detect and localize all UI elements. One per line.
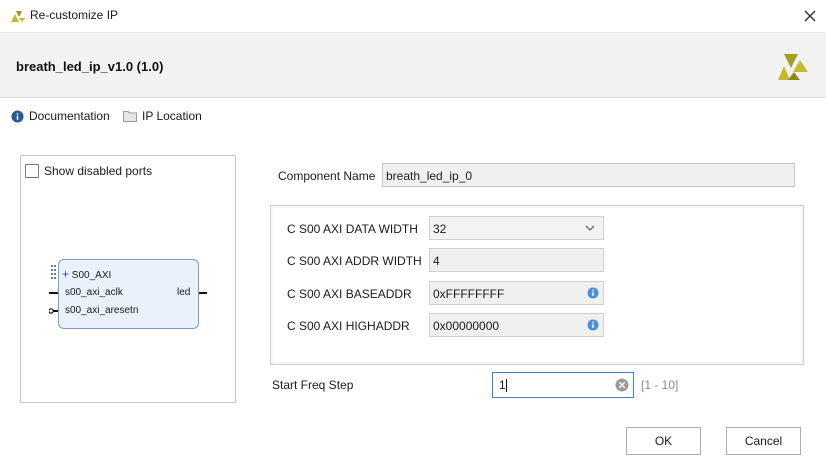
- parameters-panel: C S00 AXI DATA WIDTH 32 C S00 AXI ADDR W…: [270, 205, 804, 365]
- ip-block: + S00_AXI s00_axi_aclk s00_axi_aresetn l…: [58, 259, 199, 329]
- s00-axi-label: S00_AXI: [71, 270, 112, 281]
- start-freq-step-range: [1 - 10]: [641, 378, 679, 392]
- xilinx-brand-icon: [778, 54, 808, 80]
- info-icon: [11, 109, 24, 123]
- chevron-down-icon: [585, 225, 595, 231]
- component-name-label: Component Name: [278, 169, 376, 183]
- start-freq-step-input[interactable]: 1: [492, 372, 634, 398]
- aclk-port-label: s00_axi_aclk: [65, 287, 123, 298]
- expand-plus-icon[interactable]: +: [62, 267, 69, 281]
- close-icon[interactable]: [798, 4, 822, 28]
- info-icon[interactable]: [587, 287, 599, 299]
- baseaddr-value: 0xFFFFFFFF: [433, 287, 505, 301]
- cancel-button[interactable]: Cancel: [726, 427, 801, 455]
- show-disabled-ports-checkbox[interactable]: Show disabled ports: [25, 164, 152, 178]
- parameters-inner: C S00 AXI DATA WIDTH 32 C S00 AXI ADDR W…: [273, 208, 801, 362]
- start-freq-step-label: Start Freq Step: [272, 378, 354, 392]
- data-width-value: 32: [433, 222, 447, 236]
- window-title: Re-customize IP: [30, 8, 119, 22]
- baseaddr-field[interactable]: 0xFFFFFFFF: [429, 281, 604, 305]
- ok-button[interactable]: OK: [626, 427, 701, 455]
- text-cursor: [505, 379, 507, 393]
- show-disabled-ports-label: Show disabled ports: [44, 164, 153, 178]
- led-port-label: led: [177, 287, 191, 298]
- baseaddr-label: C S00 AXI BASEADDR: [287, 287, 412, 301]
- checkbox-box[interactable]: [25, 164, 39, 178]
- addr-width-label: C S00 AXI ADDR WIDTH: [287, 254, 422, 268]
- data-width-dropdown[interactable]: 32: [429, 216, 604, 240]
- component-name-field[interactable]: breath_led_ip_0: [382, 163, 795, 187]
- documentation-label: Documentation: [29, 109, 110, 123]
- highaddr-label: C S00 AXI HIGHADDR: [287, 319, 410, 333]
- data-width-label: C S00 AXI DATA WIDTH: [287, 222, 418, 236]
- info-icon[interactable]: [587, 319, 599, 331]
- highaddr-value: 0x00000000: [433, 319, 500, 333]
- title-bar: Re-customize IP: [0, 0, 826, 33]
- xilinx-logo-icon: [11, 11, 25, 22]
- documentation-link[interactable]: Documentation: [11, 109, 110, 123]
- folder-icon: [123, 111, 137, 122]
- addr-width-value: 4: [433, 254, 440, 268]
- ip-location-link[interactable]: IP Location: [123, 109, 202, 123]
- aresetn-port-label: s00_axi_aresetn: [65, 305, 139, 316]
- links-bar: Documentation IP Location: [0, 98, 826, 138]
- ip-location-label: IP Location: [142, 109, 202, 123]
- clear-icon[interactable]: [615, 378, 629, 392]
- highaddr-field[interactable]: 0x00000000: [429, 313, 604, 337]
- s00-axi-interface: + S00_AXI: [62, 267, 111, 281]
- ip-symbol-preview: Show disabled ports + S00_AXI s00_axi_ac…: [20, 155, 236, 403]
- addr-width-field[interactable]: 4: [429, 248, 604, 272]
- ip-header: breath_led_ip_v1.0 (1.0): [0, 33, 826, 98]
- start-freq-step-value: 1: [499, 378, 506, 392]
- ip-name: breath_led_ip_v1.0 (1.0): [16, 59, 164, 74]
